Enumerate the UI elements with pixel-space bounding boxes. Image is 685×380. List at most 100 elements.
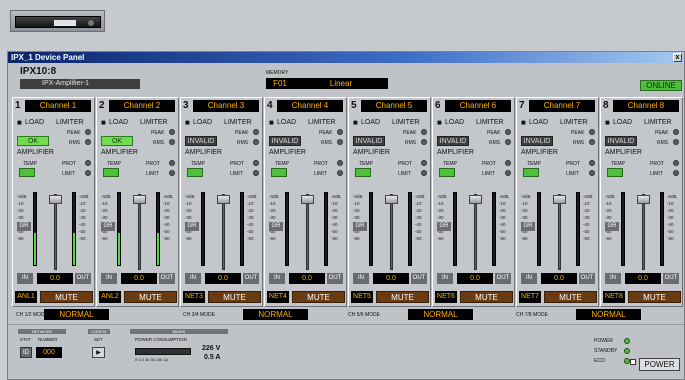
input-source[interactable]: NET4 [267,291,289,303]
mains-current: 0.5 A [204,354,221,361]
channel-name[interactable]: Channel 8 [613,100,679,112]
prot-led [421,160,427,166]
in-button[interactable]: IN [17,273,33,284]
input-meter-scale: -0dB-10-20-30-40-50-60 [353,193,363,242]
gain-value[interactable]: 0.0 [373,273,409,284]
gain-value[interactable]: 0.0 [289,273,325,284]
channel-name[interactable]: Channel 7 [529,100,595,112]
scale-tick: -30 [185,215,192,220]
mute-button[interactable]: MUTE [460,291,513,303]
channel-name[interactable]: Channel 2 [109,100,175,112]
input-source[interactable]: NET3 [183,291,205,303]
input-source[interactable]: NET6 [435,291,457,303]
in-button[interactable]: IN [521,273,537,284]
output-level-meter [72,192,76,266]
input-meter-scale: -0dB-10-20-30-40-50-60 [521,193,531,242]
gain-value[interactable]: 0.0 [625,273,661,284]
out-button[interactable]: OUT [327,273,343,284]
fader-track [306,194,309,270]
out-button[interactable]: OUT [159,273,175,284]
gain-value[interactable]: 0.0 [205,273,241,284]
mute-button[interactable]: MUTE [376,291,429,303]
scale-tick: -10 [499,201,506,206]
volume-fader[interactable] [553,195,566,204]
network-number[interactable]: 000 [36,347,62,358]
scale-tick: -30 [79,215,86,220]
channel-strip-1: 1 Channel 1 ■ LOAD LIMITER PEAK RMS OK A… [12,97,95,307]
input-source[interactable]: NET8 [603,291,625,303]
peak-label: PEAK [487,130,501,136]
peak-led [253,129,259,135]
out-button[interactable]: OUT [411,273,427,284]
in-button[interactable]: IN [605,273,621,284]
input-source[interactable]: ANL2 [99,291,121,303]
memory-name[interactable]: Linear [294,78,388,89]
gain-value[interactable]: 0.0 [121,273,157,284]
channel-name[interactable]: Channel 5 [361,100,427,112]
mode-value[interactable]: NORMAL [243,309,308,320]
memory-number[interactable]: F01 [266,78,294,89]
prot-label: PROT [650,161,664,167]
limiter-label: LIMITER [644,119,672,126]
mute-button[interactable]: MUTE [544,291,597,303]
mute-button[interactable]: MUTE [628,291,681,303]
mode-value[interactable]: NORMAL [408,309,473,320]
input-meter-scale: -0dB-10-20-30-40-50-60 [185,193,195,242]
channel-name[interactable]: Channel 4 [277,100,343,112]
out-button[interactable]: OUT [243,273,259,284]
power-button[interactable]: POWER [639,358,680,371]
channel-name[interactable]: Channel 3 [193,100,259,112]
limit-label: LIMIT [146,171,159,177]
output-level-meter [576,192,580,266]
id-button[interactable]: ID [20,347,32,358]
mode-value[interactable]: NORMAL [44,309,109,320]
channel-strip-7: 7 Channel 7 ■ LOAD LIMITER PEAK RMS INVA… [516,97,599,307]
channel-name[interactable]: Channel 1 [25,100,91,112]
channel-number: 1 [15,100,21,111]
mode-group: CH 7/8 MODE NORMAL [516,308,676,324]
out-button[interactable]: OUT [579,273,595,284]
in-button[interactable]: IN [437,273,453,284]
gain-value[interactable]: 0.0 [457,273,493,284]
volume-fader[interactable] [385,195,398,204]
channel-number: 3 [183,100,189,111]
volume-fader[interactable] [301,195,314,204]
gain-value[interactable]: 0.0 [37,273,73,284]
volume-fader[interactable] [217,195,230,204]
mute-button[interactable]: MUTE [124,291,177,303]
window-title: IPX_1 Device Panel [11,53,85,62]
limit-label: LIMIT [62,171,75,177]
out-button[interactable]: OUT [663,273,679,284]
close-button[interactable]: x [673,53,682,62]
volume-fader[interactable] [469,195,482,204]
gain-value[interactable]: 0.0 [541,273,577,284]
mode-value[interactable]: NORMAL [576,309,641,320]
temp-label: TEMP [107,161,121,167]
mute-button[interactable]: MUTE [208,291,261,303]
peak-label: PEAK [151,130,165,136]
volume-fader[interactable] [133,195,146,204]
scale-tick: -20 [101,208,108,213]
model-name: IPX10:8 [20,66,57,77]
mute-button[interactable]: MUTE [40,291,93,303]
channel-name[interactable]: Channel 6 [445,100,511,112]
input-source[interactable]: NET5 [351,291,373,303]
volume-fader[interactable] [49,195,62,204]
in-button[interactable]: IN [269,273,285,284]
scale-tick: -20 [163,208,170,213]
out-button[interactable]: OUT [495,273,511,284]
out-button[interactable]: OUT [75,273,91,284]
amplifier-label: AMPLIFIER [605,149,642,156]
volume-fader[interactable] [637,195,650,204]
config-set-button[interactable]: ▶ [92,347,105,358]
in-button[interactable]: IN [101,273,117,284]
mute-button[interactable]: MUTE [292,291,345,303]
in-button[interactable]: IN [185,273,201,284]
load-status: OK [101,136,133,146]
device-thumbnail[interactable] [10,10,105,32]
input-source[interactable]: NET7 [519,291,541,303]
device-name-field[interactable]: IPX-Amplifier-1 [20,79,140,89]
load-label: LOAD [25,119,45,126]
input-source[interactable]: ANL1 [15,291,37,303]
in-button[interactable]: IN [353,273,369,284]
